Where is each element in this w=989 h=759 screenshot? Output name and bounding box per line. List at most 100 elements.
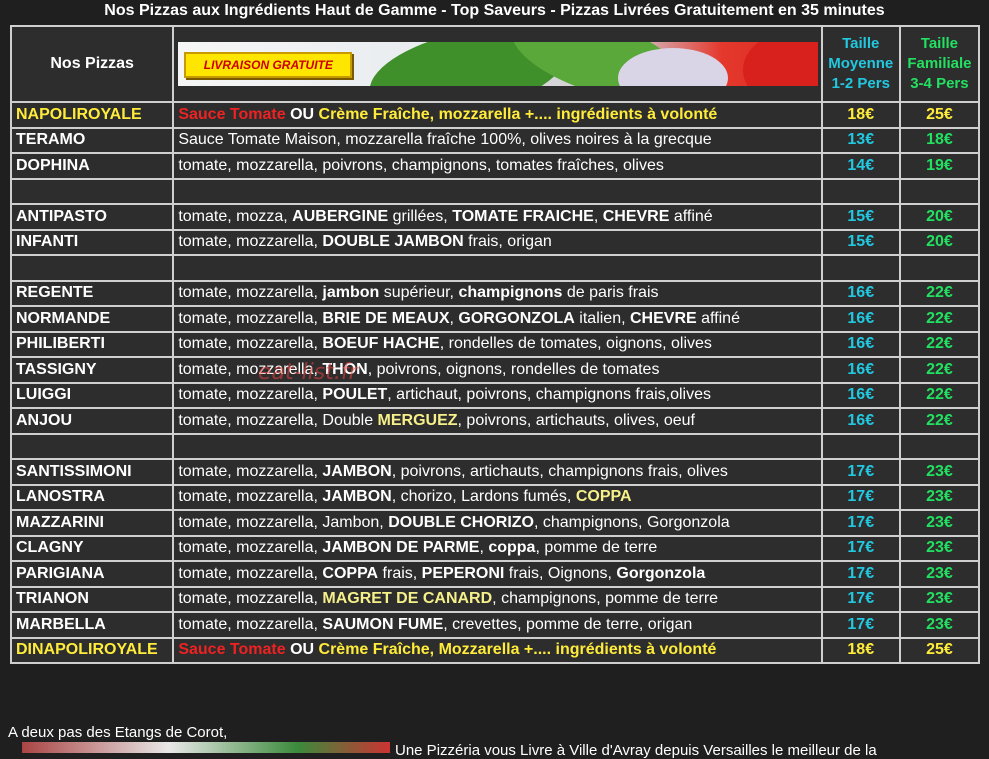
pizza-name: REGENTE xyxy=(12,281,173,305)
price-medium: 18€ xyxy=(822,103,899,127)
footer-text: A deux pas des Etangs de Corot, xyxy=(8,724,228,741)
pizza-name: ANJOU xyxy=(12,409,173,433)
table-row: ANTIPASTO tomate, mozza, AUBERGINE grillé… xyxy=(12,205,978,229)
table-row: MARBELLA tomate, mozzarella, SAUMON FUME,… xyxy=(12,613,978,637)
table-row: DINAPOLIROYALE Sauce Tomate OU Crème Fraî… xyxy=(12,638,978,662)
empty-cell xyxy=(822,434,899,458)
pizza-name: MARBELLA xyxy=(12,613,173,637)
header-banner: LIVRAISON GRATUITE xyxy=(174,27,821,101)
pizza-description: tomate, mozzarella, Jambon, DOUBLE CHORI… xyxy=(174,511,821,535)
price-medium: 17€ xyxy=(822,613,899,637)
empty-cell xyxy=(12,434,173,458)
pizza-name: NORMANDE xyxy=(12,307,173,331)
pizza-description: tomate, mozza, AUBERGINE grillées, TOMAT… xyxy=(174,205,821,229)
pizza-name: NAPOLIROYALE xyxy=(12,103,173,127)
empty-cell xyxy=(900,256,978,280)
price-medium: 17€ xyxy=(822,536,899,560)
price-family: 23€ xyxy=(900,511,978,535)
table-row: TRIANON tomate, mozzarella, MAGRET DE CAN… xyxy=(12,587,978,611)
pizza-name: TRIANON xyxy=(12,587,173,611)
pizza-description: tomate, mozzarella, BRIE DE MEAUX, GORGO… xyxy=(174,307,821,331)
price-medium: 14€ xyxy=(822,154,899,178)
price-medium: 15€ xyxy=(822,230,899,254)
pizza-name: LUIGGI xyxy=(12,383,173,407)
pizza-description: tomate, mozzarella, jambon supérieur, ch… xyxy=(174,281,821,305)
pizza-menu-table: Nos Pizzas LIVRAISON GRATUITE Taille Moye… xyxy=(10,25,980,664)
footer-partial-text: Une Pizzéria vous Livre à Ville d'Avray … xyxy=(395,742,877,759)
price-medium: 17€ xyxy=(822,511,899,535)
price-medium: 16€ xyxy=(822,409,899,433)
pizza-name: ANTIPASTO xyxy=(12,205,173,229)
pizza-name: CLAGNY xyxy=(12,536,173,560)
pizza-description: tomate, mozzarella, JAMBON, chorizo, Lar… xyxy=(174,485,821,509)
price-family: 23€ xyxy=(900,562,978,586)
table-row: LUIGGI tomate, mozzarella, POULET, artich… xyxy=(12,383,978,407)
price-medium: 16€ xyxy=(822,281,899,305)
pizza-name: INFANTI xyxy=(12,230,173,254)
table-row: REGENTE tomate, mozzarella, jambon supéri… xyxy=(12,281,978,305)
price-medium: 16€ xyxy=(822,332,899,356)
price-family: 22€ xyxy=(900,409,978,433)
empty-cell xyxy=(174,434,821,458)
spacer-row xyxy=(12,434,978,458)
table-row: DOPHINA tomate, mozzarella, poivrons, cha… xyxy=(12,154,978,178)
pizza-description: tomate, mozzarella, Double MERGUEZ, poiv… xyxy=(174,409,821,433)
pizza-description: tomate, mozzarella, JAMBON DE PARME, cop… xyxy=(174,536,821,560)
pizza-description: tomate, mozzarella, BOEUF HACHE, rondell… xyxy=(174,332,821,356)
table-row: NORMANDE tomate, mozzarella, BRIE DE MEAU… xyxy=(12,307,978,331)
page-title: Nos Pizzas aux Ingrédients Haut de Gamme… xyxy=(104,2,885,19)
price-family: 19€ xyxy=(900,154,978,178)
pizza-description: tomate, mozzarella, poivrons, champignon… xyxy=(174,154,821,178)
table-row: SANTISSIMONI tomate, mozzarella, JAMBON, … xyxy=(12,460,978,484)
price-medium: 17€ xyxy=(822,485,899,509)
header-size-medium: Taille Moyenne 1-2 Pers xyxy=(822,27,899,101)
price-family: 23€ xyxy=(900,460,978,484)
price-medium: 16€ xyxy=(822,307,899,331)
price-medium: 15€ xyxy=(822,205,899,229)
pizza-name: MAZZARINI xyxy=(12,511,173,535)
table-row: TERAMO Sauce Tomate Maison, mozzarella fr… xyxy=(12,128,978,152)
price-family: 18€ xyxy=(900,128,978,152)
footer-image xyxy=(22,742,390,753)
pizza-name: DOPHINA xyxy=(12,154,173,178)
spacer-row xyxy=(12,179,978,203)
watermark: eat-list.fr xyxy=(258,360,358,385)
pizza-description: tomate, mozzarella, COPPA frais, PEPERON… xyxy=(174,562,821,586)
price-family: 23€ xyxy=(900,536,978,560)
pizza-description: tomate, mozzarella, MAGRET DE CANARD, ch… xyxy=(174,587,821,611)
table-row: ANJOU tomate, mozzarella, Double MERGUEZ,… xyxy=(12,409,978,433)
price-family: 22€ xyxy=(900,307,978,331)
pizza-description: Sauce Tomate OU Crème Fraîche, Mozzarell… xyxy=(174,638,821,662)
pizza-name: DINAPOLIROYALE xyxy=(12,638,173,662)
pizza-description: tomate, mozzarella, POULET, artichaut, p… xyxy=(174,383,821,407)
price-family: 25€ xyxy=(900,103,978,127)
table-row: NAPOLIROYALE Sauce Tomate OU Crème Fraîch… xyxy=(12,103,978,127)
banner-image: LIVRAISON GRATUITE xyxy=(178,42,819,86)
free-delivery-badge: LIVRAISON GRATUITE xyxy=(184,52,353,78)
pizza-description: tomate, mozzarella, DOUBLE JAMBON frais,… xyxy=(174,230,821,254)
price-family: 22€ xyxy=(900,358,978,382)
price-family: 23€ xyxy=(900,613,978,637)
pizza-description: Sauce Tomate OU Crème Fraîche, mozzarell… xyxy=(174,103,821,127)
price-medium: 17€ xyxy=(822,562,899,586)
price-family: 20€ xyxy=(900,230,978,254)
table-row: TASSIGNY tomate, mozzarella, THON, poivro… xyxy=(12,358,978,382)
pizza-name: PARIGIANA xyxy=(12,562,173,586)
empty-cell xyxy=(900,434,978,458)
price-family: 23€ xyxy=(900,485,978,509)
table-row: LANOSTRA tomate, mozzarella, JAMBON, chor… xyxy=(12,485,978,509)
pizza-name: SANTISSIMONI xyxy=(12,460,173,484)
header-size-family: Taille Familiale 3-4 Pers xyxy=(900,27,978,101)
table-row: CLAGNY tomate, mozzarella, JAMBON DE PARM… xyxy=(12,536,978,560)
price-family: 25€ xyxy=(900,638,978,662)
empty-cell xyxy=(822,179,899,203)
table-row: INFANTI tomate, mozzarella, DOUBLE JAMBON… xyxy=(12,230,978,254)
price-medium: 17€ xyxy=(822,587,899,611)
empty-cell xyxy=(174,179,821,203)
price-family: 22€ xyxy=(900,281,978,305)
price-medium: 17€ xyxy=(822,460,899,484)
price-family: 20€ xyxy=(900,205,978,229)
table-header-row: Nos Pizzas LIVRAISON GRATUITE Taille Moye… xyxy=(12,27,978,101)
pizza-name: TERAMO xyxy=(12,128,173,152)
empty-cell xyxy=(900,179,978,203)
